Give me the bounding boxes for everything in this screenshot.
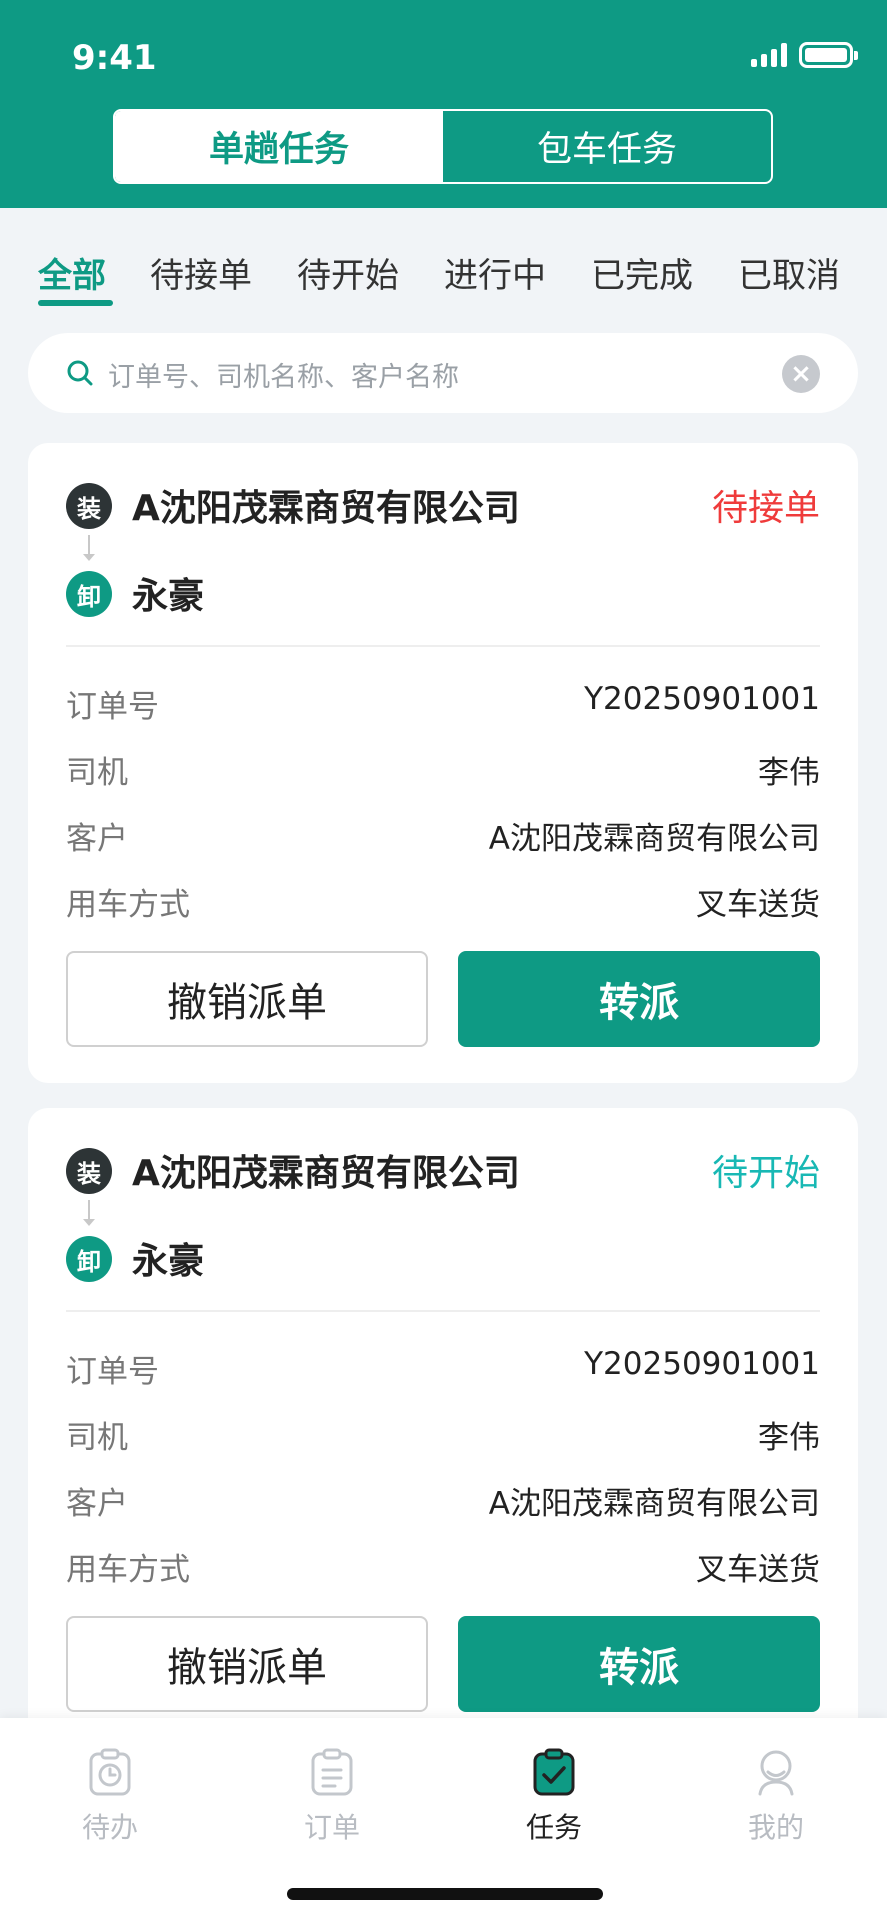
vehicle-mode-row: 用车方式 叉车送货 xyxy=(66,873,820,923)
divider xyxy=(66,645,820,647)
customer-row: 客户 A沈阳茂霖商贸有限公司 xyxy=(66,1472,820,1522)
status-badge: 待开始 xyxy=(711,1153,820,1194)
customer-value: A沈阳茂霖商贸有限公司 xyxy=(488,821,820,857)
status-badge: 待接单 xyxy=(711,488,820,529)
task-card: 装 卸 A沈阳茂霖商贸有限公司 永豪 待开始 订单号 Y20250901001 … xyxy=(28,1108,858,1748)
tabbar-label: 任务 xyxy=(525,1811,582,1844)
cancel-dispatch-button[interactable]: 撤销派单 xyxy=(66,951,428,1047)
order-no-row: 订单号 Y20250901001 xyxy=(66,675,820,725)
tab-not-started[interactable]: 待开始 xyxy=(297,248,399,297)
driver-row: 司机 李伟 xyxy=(66,741,820,791)
customer-row: 客户 A沈阳茂霖商贸有限公司 xyxy=(66,807,820,857)
vehicle-mode-value: 叉车送货 xyxy=(696,1552,820,1588)
clock-clipboard-icon xyxy=(89,1748,131,1796)
driver-row: 司机 李伟 xyxy=(66,1406,820,1456)
customer-label: 客户 xyxy=(66,821,128,857)
tabbar-label: 待办 xyxy=(81,1811,138,1844)
segment-single-trip[interactable]: 单趟任务 xyxy=(115,111,443,182)
status-tabs: 全部 待接单 待开始 进行中 已完成 已取消 xyxy=(0,208,887,308)
divider xyxy=(66,1310,820,1312)
tab-pending[interactable]: 待接单 xyxy=(150,248,252,297)
driver-value: 李伟 xyxy=(758,755,820,791)
search-icon xyxy=(67,360,93,386)
pickup-address: A沈阳茂霖商贸有限公司 xyxy=(132,1153,520,1194)
user-icon xyxy=(758,1750,794,1796)
vehicle-mode-label: 用车方式 xyxy=(66,887,190,923)
customer-label: 客户 xyxy=(66,1486,128,1522)
task-type-segment: 单趟任务 包车任务 xyxy=(113,109,773,184)
order-no-label: 订单号 xyxy=(66,1354,159,1390)
load-badge: 装 xyxy=(66,483,112,529)
signal-icon xyxy=(751,43,787,67)
route-arrow-icon xyxy=(83,1200,95,1226)
tab-cancelled[interactable]: 已取消 xyxy=(738,248,840,297)
customer-value: A沈阳茂霖商贸有限公司 xyxy=(488,1486,820,1522)
reassign-button[interactable]: 转派 xyxy=(458,951,820,1047)
cancel-dispatch-button[interactable]: 撤销派单 xyxy=(66,1616,428,1712)
driver-label: 司机 xyxy=(66,755,128,791)
tab-all[interactable]: 全部 xyxy=(38,248,106,297)
search-input[interactable]: 订单号、司机名称、客户名称 xyxy=(108,355,459,394)
order-no-label: 订单号 xyxy=(66,689,159,725)
tabbar-label: 订单 xyxy=(303,1811,360,1844)
tabbar-orders[interactable]: 订单 xyxy=(262,1748,402,1846)
header: 9:41 单趟任务 包车任务 xyxy=(0,0,887,208)
unload-badge: 卸 xyxy=(66,1236,112,1282)
status-time: 9:41 xyxy=(72,38,157,78)
tab-completed[interactable]: 已完成 xyxy=(591,248,693,297)
clear-icon[interactable]: × xyxy=(782,355,820,393)
order-no-value: Y20250901001 xyxy=(584,1346,820,1382)
tabbar-tasks[interactable]: 任务 xyxy=(484,1748,624,1846)
dropoff-address: 永豪 xyxy=(132,1241,205,1282)
pickup-address: A沈阳茂霖商贸有限公司 xyxy=(132,488,520,529)
load-badge: 装 xyxy=(66,1148,112,1194)
order-no-value: Y20250901001 xyxy=(584,681,820,717)
tabbar-todo[interactable]: 待办 xyxy=(40,1748,180,1846)
status-icons xyxy=(751,42,858,68)
check-clipboard-icon xyxy=(533,1748,575,1796)
reassign-button[interactable]: 转派 xyxy=(458,1616,820,1712)
vehicle-mode-value: 叉车送货 xyxy=(696,887,820,923)
segment-charter[interactable]: 包车任务 xyxy=(443,111,771,182)
home-indicator xyxy=(287,1888,603,1900)
active-tab-indicator xyxy=(38,300,113,306)
tabbar-label: 我的 xyxy=(747,1811,804,1844)
list-clipboard-icon xyxy=(311,1748,353,1796)
dropoff-address: 永豪 xyxy=(132,576,205,617)
tab-in-progress[interactable]: 进行中 xyxy=(444,248,546,297)
tabbar-mine[interactable]: 我的 xyxy=(706,1748,846,1846)
route-arrow-icon xyxy=(83,535,95,561)
order-no-row: 订单号 Y20250901001 xyxy=(66,1340,820,1390)
unload-badge: 卸 xyxy=(66,571,112,617)
battery-icon xyxy=(799,42,858,68)
search-bar[interactable]: 订单号、司机名称、客户名称 × xyxy=(28,333,858,413)
driver-value: 李伟 xyxy=(758,1420,820,1456)
driver-label: 司机 xyxy=(66,1420,128,1456)
vehicle-mode-label: 用车方式 xyxy=(66,1552,190,1588)
task-card: 装 卸 A沈阳茂霖商贸有限公司 永豪 待接单 订单号 Y20250901001 … xyxy=(28,443,858,1083)
vehicle-mode-row: 用车方式 叉车送货 xyxy=(66,1538,820,1588)
